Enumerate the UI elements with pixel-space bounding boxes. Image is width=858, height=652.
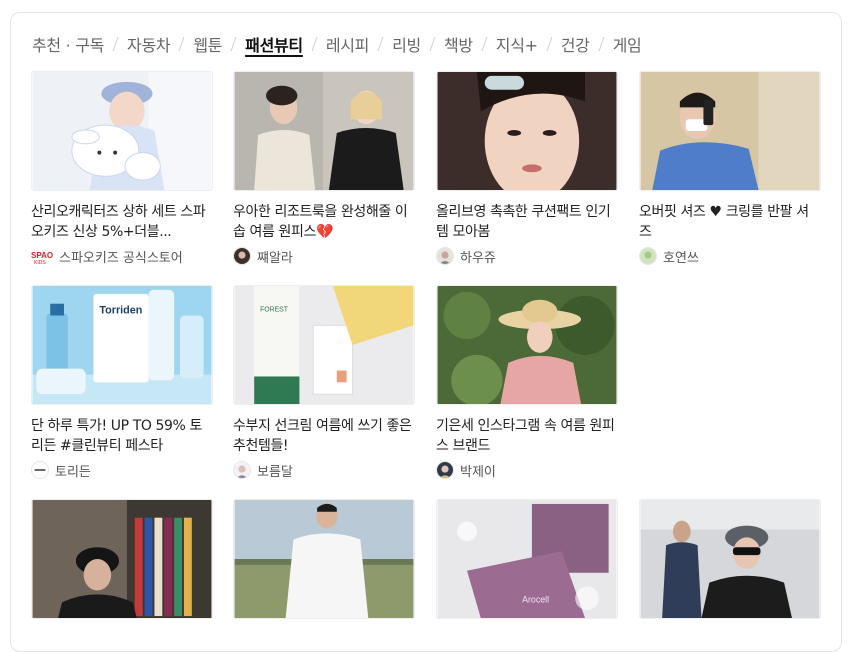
source-name: 토리든	[55, 464, 91, 480]
card-thumbnail[interactable]	[233, 499, 415, 619]
tab-separator	[429, 37, 436, 51]
card-source[interactable]: 호연쓰	[639, 247, 821, 266]
summer-dress-hat-photo	[437, 286, 617, 404]
content-card[interactable]: 우아한 리조트룩을 완성해줄 이솝 여름 원피스💔 쨰알라	[233, 71, 415, 266]
svg-text:SPAO: SPAO	[31, 251, 53, 260]
source-name: 쨰알라	[257, 250, 293, 266]
card-title[interactable]: 우아한 리조트룩을 완성해줄 이솝 여름 원피스💔	[233, 202, 415, 242]
tab-game[interactable]: 게임	[613, 32, 642, 56]
card-title[interactable]: 올리브영 촉촉한 쿠션팩트 인기템 모아봄	[436, 202, 618, 242]
content-card[interactable]: 기은세 인스타그램 속 여름 원피스 브랜드 박제이	[436, 285, 618, 480]
card-thumbnail[interactable]: Torriden	[31, 285, 213, 405]
tab-separator	[230, 37, 237, 51]
tab-separator	[481, 37, 488, 51]
tab-separator	[179, 37, 185, 51]
card-title[interactable]: 오버핏 셔즈 ♥ 크링를 반팔 셔즈	[639, 202, 821, 242]
sunscreen-products-photo: FOREST	[234, 286, 414, 404]
content-card[interactable]: 산리오캐릭터즈 상하 세트 스파오키즈 신상 5%+더블... SPAO KIDS…	[31, 71, 213, 266]
card-source[interactable]: 박제이	[436, 461, 618, 480]
tab-recommend[interactable]: 추천 · 구독	[32, 32, 104, 56]
content-card[interactable]: Torriden 단 하루 특가! UP TO 59% 토리든 #클린뷰티 페스…	[31, 285, 213, 480]
arocell-brand-label: Arocell	[522, 594, 549, 604]
content-panel: 추천 · 구독 자동차 웹툰 패션뷰티 레시피 리빙 책방 지식+ 건강 게임	[10, 12, 842, 652]
card-thumbnail[interactable]	[31, 71, 213, 191]
card-title[interactable]: 기은세 인스타그램 속 여름 원피스 브랜드	[436, 416, 618, 456]
tab-separator	[546, 37, 553, 51]
profile-avatar	[233, 247, 251, 265]
spao-logo-icon: SPAO KIDS	[31, 247, 53, 265]
tab-living[interactable]: 리빙	[392, 32, 421, 56]
svg-text:KIDS: KIDS	[34, 260, 46, 265]
tab-separator	[377, 37, 384, 51]
arocell-product-photo: Arocell	[437, 500, 617, 618]
card-thumbnail[interactable]	[436, 71, 618, 191]
card-thumbnail[interactable]	[639, 71, 821, 191]
tab-separator	[311, 37, 318, 51]
vintage-store-photo	[32, 500, 212, 618]
torriden-logo-icon	[31, 461, 49, 479]
card-thumbnail[interactable]: Arocell	[436, 499, 618, 619]
airport-fashion-photo	[640, 500, 820, 618]
content-card[interactable]: 올리브영 촉촉한 쿠션팩트 인기템 모아봄 하우쥬	[436, 71, 618, 266]
tab-books[interactable]: 책방	[444, 32, 473, 56]
category-tabs: 추천 · 구독 자동차 웹툰 패션뷰티 레시피 리빙 책방 지식+ 건강 게임	[32, 32, 642, 56]
card-title[interactable]: 단 하루 특가! UP TO 59% 토리든 #클린뷰티 페스타	[31, 416, 213, 456]
content-card[interactable]	[639, 499, 821, 619]
resort-dress-photo	[234, 72, 414, 190]
tab-separator	[598, 37, 604, 51]
card-thumbnail[interactable]: FOREST	[233, 285, 415, 405]
profile-avatar	[639, 247, 657, 265]
tab-webtoon[interactable]: 웹툰	[193, 32, 222, 56]
white-shirt-field-photo	[234, 500, 414, 618]
card-source[interactable]: SPAO KIDS 스파오키즈 공식스토어	[31, 247, 213, 266]
card-thumbnail[interactable]	[31, 499, 213, 619]
source-name: 박제이	[460, 464, 496, 480]
tab-fashion-beauty[interactable]: 패션뷰티	[245, 32, 303, 56]
card-source[interactable]: 하우쥬	[436, 247, 618, 266]
card-title[interactable]: 산리오캐릭터즈 상하 세트 스파오키즈 신상 5%+더블...	[31, 202, 213, 242]
forest-brand-label: FOREST	[260, 307, 289, 314]
card-source[interactable]: 쨰알라	[233, 247, 415, 266]
card-source[interactable]: 토리든	[31, 461, 213, 480]
content-card[interactable]: Arocell	[436, 499, 618, 619]
card-thumbnail[interactable]	[233, 71, 415, 191]
content-card[interactable]	[233, 499, 415, 619]
content-card[interactable]: FOREST 수부지 선크림 여름에 쓰기 좋은 추천템들! 보름달	[233, 285, 415, 480]
tab-separator	[112, 37, 119, 51]
profile-avatar	[233, 461, 251, 479]
tab-knowledge[interactable]: 지식+	[496, 32, 538, 56]
card-source[interactable]: 보름달	[233, 461, 415, 480]
profile-avatar	[436, 247, 454, 265]
tab-health[interactable]: 건강	[561, 32, 590, 56]
card-thumbnail[interactable]	[639, 499, 821, 619]
source-name: 호연쓰	[663, 250, 699, 266]
content-card[interactable]	[31, 499, 213, 619]
card-title[interactable]: 수부지 선크림 여름에 쓰기 좋은 추천템들!	[233, 416, 415, 456]
card-thumbnail[interactable]	[436, 285, 618, 405]
overfit-shirt-photo	[640, 72, 820, 190]
tab-car[interactable]: 자동차	[127, 32, 171, 56]
profile-avatar	[436, 461, 454, 479]
kids-cinnamoroll-photo	[32, 72, 212, 190]
tab-recipe[interactable]: 레시피	[326, 32, 370, 56]
source-name: 스파오키즈 공식스토어	[59, 250, 183, 266]
source-name: 하우쥬	[460, 250, 496, 266]
torriden-brand-label: Torriden	[99, 305, 142, 317]
source-name: 보름달	[257, 464, 293, 480]
content-card[interactable]: 오버핏 셔즈 ♥ 크링를 반팔 셔즈 호연쓰	[639, 71, 821, 266]
cushion-pact-model-photo	[437, 72, 617, 190]
torriden-products-photo: Torriden	[32, 286, 212, 404]
